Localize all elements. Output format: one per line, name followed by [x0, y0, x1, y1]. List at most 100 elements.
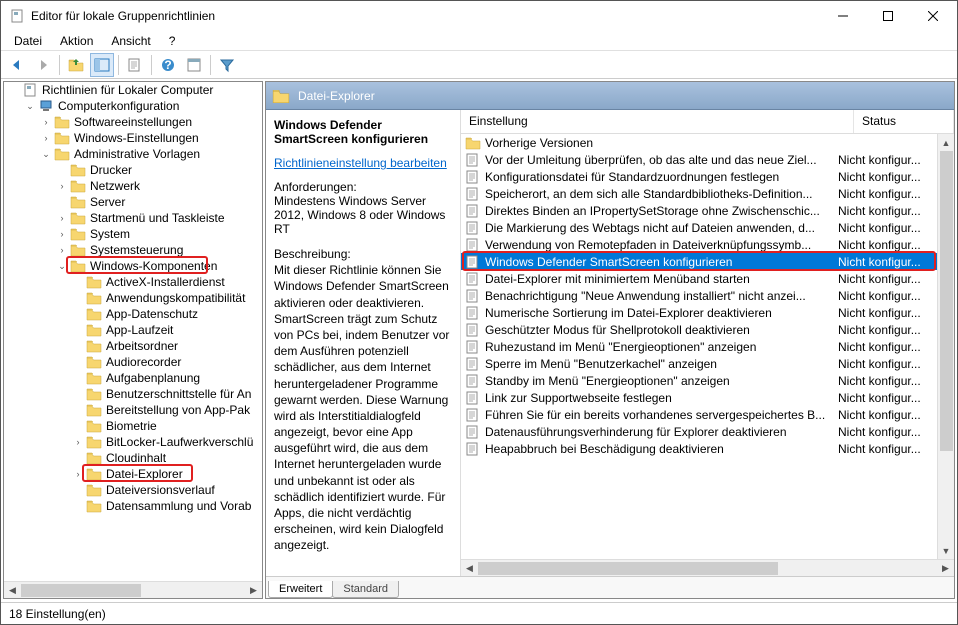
filter-button[interactable]: [215, 53, 239, 77]
edit-policy-link[interactable]: Richtlinieneinstellung bearbeiten: [274, 156, 452, 170]
tree-item-win_components[interactable]: ⌄Windows-Komponenten: [4, 258, 262, 274]
up-button[interactable]: [64, 53, 88, 77]
tree-item-windows_settings[interactable]: ›Windows-Einstellungen: [4, 130, 262, 146]
back-button[interactable]: [5, 53, 29, 77]
minimize-button[interactable]: [820, 1, 865, 31]
expander-icon[interactable]: [72, 388, 84, 400]
column-status[interactable]: Status: [854, 110, 954, 133]
list-row[interactable]: Direktes Binden an IPropertySetStorage o…: [461, 202, 937, 219]
expander-icon[interactable]: [72, 340, 84, 352]
expander-icon[interactable]: ⌄: [24, 100, 36, 112]
list-row[interactable]: Führen Sie für ein bereits vorhandenes s…: [461, 406, 937, 423]
tree-item-system[interactable]: ›System: [4, 226, 262, 242]
expander-icon[interactable]: ›: [40, 116, 52, 128]
expander-icon[interactable]: [72, 292, 84, 304]
column-name[interactable]: Einstellung: [461, 110, 854, 133]
tree-item-cloudinhalt[interactable]: Cloudinhalt: [4, 450, 262, 466]
expander-icon[interactable]: ›: [40, 132, 52, 144]
expander-icon[interactable]: ⌄: [40, 148, 52, 160]
expander-icon[interactable]: ›: [56, 244, 68, 256]
tree-item-datensammlung[interactable]: Datensammlung und Vorab: [4, 498, 262, 514]
list-scroll-v[interactable]: ▲▼: [937, 134, 954, 559]
tree-item-bereitstellung[interactable]: Bereitstellung von App-Pak: [4, 402, 262, 418]
tree-item-startmenu[interactable]: ›Startmenü und Taskleiste: [4, 210, 262, 226]
tree-item-anwendungskompat[interactable]: Anwendungskompatibilität: [4, 290, 262, 306]
expander-icon[interactable]: [72, 276, 84, 288]
tree-item-systemsteuerung[interactable]: ›Systemsteuerung: [4, 242, 262, 258]
tree-item-root[interactable]: Richtlinien für Lokaler Computer: [4, 82, 262, 98]
export-button[interactable]: [123, 53, 147, 77]
help-button[interactable]: ?: [156, 53, 180, 77]
menu-file[interactable]: Datei: [7, 32, 49, 50]
expander-icon[interactable]: [72, 356, 84, 368]
expander-icon[interactable]: ›: [72, 436, 84, 448]
menu-view[interactable]: Ansicht: [104, 32, 157, 50]
expander-icon[interactable]: [56, 164, 68, 176]
tree-item-drucker[interactable]: Drucker: [4, 162, 262, 178]
expander-icon[interactable]: ⌄: [56, 260, 68, 272]
maximize-button[interactable]: [865, 1, 910, 31]
list-row[interactable]: Speicherort, an dem sich alle Standardbi…: [461, 185, 937, 202]
list-row[interactable]: Heapabbruch bei Beschädigung deaktiviere…: [461, 440, 937, 457]
list-header[interactable]: Einstellung Status: [461, 110, 954, 134]
tree-item-app_datenschutz[interactable]: App-Datenschutz: [4, 306, 262, 322]
expander-icon[interactable]: ›: [72, 468, 84, 480]
list-row[interactable]: Datei-Explorer mit minimiertem Menüband …: [461, 270, 937, 287]
list-row[interactable]: Ruhezustand im Menü "Energieoptionen" an…: [461, 338, 937, 355]
list-row[interactable]: Die Markierung des Webtags nicht auf Dat…: [461, 219, 937, 236]
list-row[interactable]: Link zur Supportwebseite festlegenNicht …: [461, 389, 937, 406]
expander-icon[interactable]: [8, 84, 20, 96]
expander-icon[interactable]: [72, 500, 84, 512]
expander-icon[interactable]: [72, 308, 84, 320]
list-row[interactable]: Sperre im Menü "Benutzerkachel" anzeigen…: [461, 355, 937, 372]
tree-item-benutzerschnitt[interactable]: Benutzerschnittstelle für An: [4, 386, 262, 402]
tree-item-netzwerk[interactable]: ›Netzwerk: [4, 178, 262, 194]
folder-icon: [70, 227, 86, 241]
expander-icon[interactable]: [72, 484, 84, 496]
list-row[interactable]: Windows Defender SmartScreen konfigurier…: [461, 253, 937, 270]
tree-body[interactable]: Richtlinien für Lokaler Computer⌄Compute…: [4, 82, 262, 581]
tree-item-arbeitsordner[interactable]: Arbeitsordner: [4, 338, 262, 354]
list-row[interactable]: Standby im Menü "Energieoptionen" anzeig…: [461, 372, 937, 389]
tree-item-datei_explorer[interactable]: ›Datei-Explorer: [4, 466, 262, 482]
menu-help[interactable]: ?: [162, 32, 183, 50]
expander-icon[interactable]: ›: [56, 228, 68, 240]
tree-item-biometrie[interactable]: Biometrie: [4, 418, 262, 434]
tree-item-dateiversionsverlauf[interactable]: Dateiversionsverlauf: [4, 482, 262, 498]
tree-item-activex[interactable]: ActiveX-Installerdienst: [4, 274, 262, 290]
properties-button[interactable]: [182, 53, 206, 77]
list-row[interactable]: Konfigurationsdatei für Standardzuordnun…: [461, 168, 937, 185]
expander-icon[interactable]: ›: [56, 180, 68, 192]
forward-button[interactable]: [31, 53, 55, 77]
expander-icon[interactable]: [72, 324, 84, 336]
expander-icon[interactable]: [72, 452, 84, 464]
list-row[interactable]: Verwendung von Remotepfaden in Dateiverk…: [461, 236, 937, 253]
list-row[interactable]: Vorherige Versionen: [461, 134, 937, 151]
tree-item-admin_templates[interactable]: ⌄Administrative Vorlagen: [4, 146, 262, 162]
expander-icon[interactable]: [72, 404, 84, 416]
expander-icon[interactable]: [56, 196, 68, 208]
list-row[interactable]: Benachrichtigung "Neue Anwendung install…: [461, 287, 937, 304]
tab-extended[interactable]: Erweitert: [268, 581, 333, 598]
tree-item-app_laufzeit[interactable]: App-Laufzeit: [4, 322, 262, 338]
tree-item-aufgabenplanung[interactable]: Aufgabenplanung: [4, 370, 262, 386]
expander-icon[interactable]: [72, 372, 84, 384]
tab-standard[interactable]: Standard: [332, 581, 399, 598]
tree-item-computer[interactable]: ⌄Computerkonfiguration: [4, 98, 262, 114]
expander-icon[interactable]: ›: [56, 212, 68, 224]
list-scroll-h[interactable]: ◀▶: [461, 559, 954, 576]
menu-action[interactable]: Aktion: [53, 32, 100, 50]
tree-item-bitlocker[interactable]: ›BitLocker-Laufwerkverschlü: [4, 434, 262, 450]
tree-item-software[interactable]: ›Softwareeinstellungen: [4, 114, 262, 130]
list-body[interactable]: Vorherige VersionenVor der Umleitung übe…: [461, 134, 937, 559]
close-button[interactable]: [910, 1, 955, 31]
list-row[interactable]: Geschützter Modus für Shellprotokoll dea…: [461, 321, 937, 338]
show-tree-button[interactable]: [90, 53, 114, 77]
list-row[interactable]: Numerische Sortierung im Datei-Explorer …: [461, 304, 937, 321]
tree-scroll-h[interactable]: ◀▶: [4, 581, 262, 598]
list-row[interactable]: Vor der Umleitung überprüfen, ob das alt…: [461, 151, 937, 168]
tree-item-audiorecorder[interactable]: Audiorecorder: [4, 354, 262, 370]
expander-icon[interactable]: [72, 420, 84, 432]
tree-item-server[interactable]: Server: [4, 194, 262, 210]
list-row[interactable]: Datenausführungsverhinderung für Explore…: [461, 423, 937, 440]
